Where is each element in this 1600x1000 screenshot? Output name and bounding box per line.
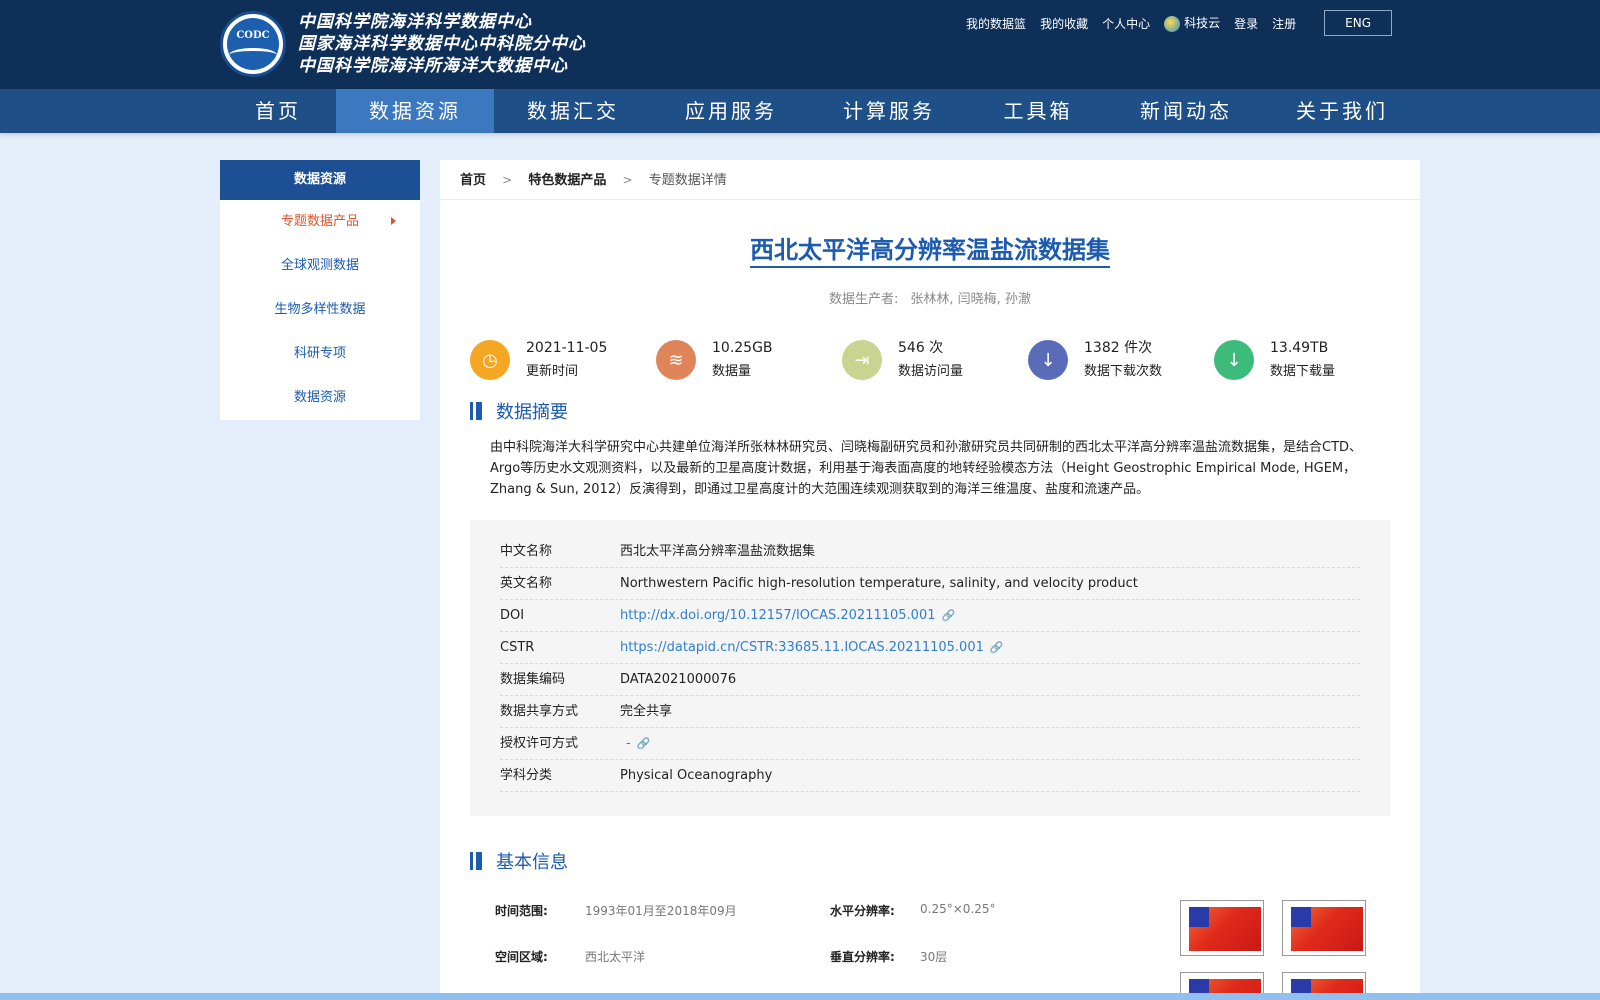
abstract-text: 由中科院海洋大科学研究中心共建单位海洋所张林林研究员、闫晓梅副研究员和孙澈研究员… <box>490 440 1363 497</box>
logo-line-3: 中国科学院海洋所海洋大数据中心 <box>298 56 568 76</box>
horizontal-scrollbar[interactable] <box>0 993 1600 1000</box>
stat-visits: ⇥ 546 次数据访问量 <box>842 336 1028 384</box>
download-icon: ↓ <box>1028 340 1068 380</box>
nav-data-submission[interactable]: 数据汇交 <box>494 89 652 133</box>
link-icon: 🔗 <box>636 737 651 750</box>
table-row: CSTR https://datapid.cn/CSTR:33685.11.IO… <box>500 632 1360 664</box>
table-row: 中文名称 西北太平洋高分辨率温盐流数据集 <box>500 536 1360 568</box>
codc-emblem-icon: CODC <box>220 11 286 77</box>
clock-icon: ◷ <box>470 340 510 380</box>
preview-image[interactable] <box>1180 900 1264 956</box>
breadcrumb-current: 专题数据详情 <box>648 173 727 188</box>
info-vertical-resolution: 垂直分辨率: 30层 <box>830 950 948 964</box>
enter-icon: ⇥ <box>842 340 882 380</box>
cstr-link[interactable]: https://datapid.cn/CSTR:33685.11.IOCAS.2… <box>620 632 1004 663</box>
link-personal-center[interactable]: 个人中心 <box>1102 15 1150 32</box>
section-marker-icon <box>470 852 482 870</box>
globe-icon <box>1164 15 1181 32</box>
logo-line-1: 中国科学院海洋科学数据中心 <box>298 12 532 32</box>
sidebar-title: 数据资源 <box>220 160 420 200</box>
link-icon: 🔗 <box>941 609 956 622</box>
stat-data-volume: ≋ 10.25GB 数据量 <box>656 336 842 384</box>
main-panel: 首页 > 特色数据产品 > 专题数据详情 西北太平洋高分辨率温盐流数据集 数据生… <box>440 160 1420 1000</box>
sidebar: 数据资源 专题数据产品 全球观测数据 生物多样性数据 科研专项 数据资源 <box>220 160 420 420</box>
preview-image[interactable] <box>1282 900 1366 956</box>
table-row: 授权许可方式 - 🔗 <box>500 728 1360 760</box>
breadcrumb-featured[interactable]: 特色数据产品 <box>528 173 606 188</box>
table-row: 数据集编码 DATA2021000076 <box>500 664 1360 696</box>
chevron-right-icon: > <box>502 173 513 187</box>
table-row: 英文名称 Northwestern Pacific high-resolutio… <box>500 568 1360 600</box>
info-region: 空间区域: 西北太平洋 <box>495 950 646 964</box>
nav-app-services[interactable]: 应用服务 <box>652 89 810 133</box>
dataset-producer: 数据生产者: 张林林, 闫晓梅, 孙澈 <box>829 292 1031 307</box>
link-register[interactable]: 注册 <box>1272 15 1296 32</box>
nav-toolbox[interactable]: 工具箱 <box>968 89 1108 133</box>
nav-home[interactable]: 首页 <box>220 89 336 133</box>
logo-text: 中国科学院海洋科学数据中心 国家海洋科学数据中心中科院分中心 中国科学院海洋所海… <box>298 11 586 77</box>
nav-about[interactable]: 关于我们 <box>1264 89 1420 133</box>
link-favorites[interactable]: 我的收藏 <box>1040 15 1088 32</box>
info-horizontal-resolution: 水平分辨率: 0.25°×0.25° <box>830 902 996 918</box>
nav-data-resources[interactable]: 数据资源 <box>336 89 494 133</box>
nav-compute-services[interactable]: 计算服务 <box>810 89 968 133</box>
license-link[interactable]: - 🔗 <box>620 728 650 759</box>
table-row: 学科分类 Physical Oceanography <box>500 760 1360 792</box>
table-row: 数据共享方式 完全共享 <box>500 696 1360 728</box>
breadcrumb: 首页 > 特色数据产品 > 专题数据详情 <box>440 160 1420 200</box>
layers-icon: ≋ <box>656 340 696 380</box>
logo-line-2: 国家海洋科学数据中心中科院分中心 <box>298 34 586 54</box>
stat-update-time: ◷ 2021-11-05 更新时间 <box>470 336 656 384</box>
table-row: DOI http://dx.doi.org/10.12157/IOCAS.202… <box>500 600 1360 632</box>
doi-link[interactable]: http://dx.doi.org/10.12157/IOCAS.2021110… <box>620 600 955 631</box>
link-icon: 🔗 <box>989 641 1004 654</box>
sidebar-item-biodiversity[interactable]: 生物多样性数据 <box>220 288 420 332</box>
link-cstcloud[interactable]: 科技云 <box>1164 14 1220 32</box>
link-login[interactable]: 登录 <box>1234 15 1258 32</box>
basic-info-heading: 基本信息 <box>470 848 568 874</box>
chevron-right-icon: > <box>622 173 633 187</box>
site-logo[interactable]: CODC 中国科学院海洋科学数据中心 国家海洋科学数据中心中科院分中心 中国科学… <box>220 10 586 78</box>
top-links: 我的数据篮 我的收藏 个人中心 科技云 登录 注册 ENG <box>966 10 1392 36</box>
header: CODC 中国科学院海洋科学数据中心 国家海洋科学数据中心中科院分中心 中国科学… <box>0 0 1600 89</box>
info-time-range: 时间范围: 1993年01月至2018年09月 <box>495 904 737 918</box>
sidebar-item-research-projects[interactable]: 科研专项 <box>220 332 420 376</box>
stat-download-count: ↓ 1382 件次 数据下载次数 <box>1028 336 1214 384</box>
metadata-table: 中文名称 西北太平洋高分辨率温盐流数据集 英文名称 Northwestern P… <box>470 520 1390 816</box>
dataset-title: 西北太平洋高分辨率温盐流数据集 <box>440 230 1420 268</box>
main-nav: 首页 数据资源 数据汇交 应用服务 计算服务 工具箱 新闻动态 关于我们 <box>0 89 1600 133</box>
breadcrumb-home[interactable]: 首页 <box>460 173 486 188</box>
section-marker-icon <box>470 402 482 420</box>
stats-row: ◷ 2021-11-05 更新时间 ≋ 10.25GB 数据量 ⇥ 546 次数据访… <box>470 336 1400 384</box>
sidebar-item-data-resources[interactable]: 数据资源 <box>220 376 420 420</box>
sidebar-item-global-observation[interactable]: 全球观测数据 <box>220 244 420 288</box>
abstract-heading: 数据摘要 <box>470 398 568 424</box>
caret-right-icon <box>391 217 396 225</box>
link-data-basket[interactable]: 我的数据篮 <box>966 15 1026 32</box>
sidebar-item-thematic-products[interactable]: 专题数据产品 <box>220 200 420 244</box>
nav-news[interactable]: 新闻动态 <box>1108 89 1264 133</box>
download-icon: ↓ <box>1214 340 1254 380</box>
stat-download-volume: ↓ 13.49TB 数据下载量 <box>1214 336 1400 384</box>
language-button[interactable]: ENG <box>1324 10 1392 36</box>
